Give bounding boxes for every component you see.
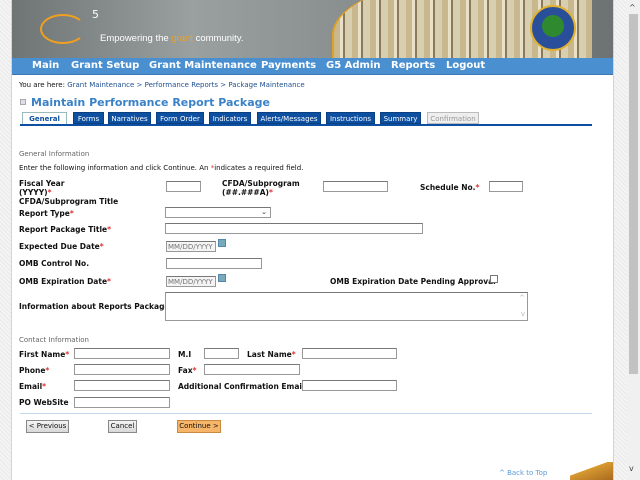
nav-reports[interactable]: Reports bbox=[391, 60, 435, 71]
page-title: Maintain Performance Report Package bbox=[31, 96, 270, 109]
schedule-no-label: Schedule No.* bbox=[420, 183, 480, 192]
report-type-select[interactable]: ⌄ bbox=[165, 207, 271, 218]
general-info-heading: General Information bbox=[19, 150, 90, 158]
g5-logo bbox=[40, 14, 86, 44]
breadcrumb-package-maintenance: Package Maintenance bbox=[228, 81, 305, 89]
tab-summary[interactable]: Summary bbox=[380, 112, 421, 124]
cancel-button[interactable]: Cancel bbox=[108, 420, 137, 433]
breadcrumb-performance-reports[interactable]: Performance Reports bbox=[145, 81, 218, 89]
cfda-label: CFDA/Subprogram (##.###A)* bbox=[222, 179, 300, 197]
website-label: PO WebSite bbox=[19, 398, 69, 407]
omb-exp-input[interactable] bbox=[166, 276, 216, 287]
mi-label: M.I bbox=[178, 350, 192, 359]
contact-info-heading: Contact Information bbox=[19, 336, 89, 344]
info-label: Information about Reports Package bbox=[19, 302, 170, 311]
nav-logout[interactable]: Logout bbox=[446, 60, 485, 71]
additional-email-label: Additional Confirmation Email bbox=[178, 382, 305, 391]
last-name-input[interactable] bbox=[302, 348, 397, 359]
tagline: Empowering the grant community. bbox=[100, 33, 244, 44]
scroll-down-icon[interactable]: v bbox=[629, 464, 634, 473]
main-nav: Main Grant Setup Grant Maintenance Payme… bbox=[12, 58, 613, 75]
instructions-text: Enter the following information and clic… bbox=[19, 164, 304, 172]
g5-logo-sup: 5 bbox=[92, 8, 99, 21]
mi-input[interactable] bbox=[204, 348, 239, 359]
scroll-up-icon[interactable]: ^ bbox=[519, 294, 525, 303]
scroll-up-icon[interactable]: ^ bbox=[629, 3, 636, 12]
fiscal-year-label: Fiscal Year (YYYY)* bbox=[19, 179, 65, 197]
first-name-input[interactable] bbox=[74, 348, 170, 359]
omb-control-input[interactable] bbox=[166, 258, 262, 269]
nav-payments[interactable]: Payments bbox=[261, 60, 316, 71]
phone-input[interactable] bbox=[74, 364, 170, 375]
cfda-input[interactable] bbox=[323, 181, 388, 192]
breadcrumb: You are here: Grant Maintenance > Perfor… bbox=[19, 81, 305, 89]
breadcrumb-sep: > bbox=[218, 81, 229, 89]
nav-g5-admin[interactable]: G5 Admin bbox=[326, 60, 381, 71]
scroll-down-icon[interactable]: v bbox=[521, 310, 525, 319]
header-banner: 5 Empowering the grant community. bbox=[12, 0, 613, 58]
nav-grant-maintenance[interactable]: Grant Maintenance bbox=[149, 60, 257, 71]
tab-underline bbox=[20, 124, 592, 126]
tab-indicators[interactable]: Indicators bbox=[209, 112, 251, 124]
nav-main[interactable]: Main bbox=[32, 60, 59, 71]
breadcrumb-grant-maintenance[interactable]: Grant Maintenance bbox=[67, 81, 134, 89]
chevron-down-icon: ⌄ bbox=[261, 208, 267, 216]
report-type-label: Report Type* bbox=[19, 209, 74, 218]
last-name-label: Last Name* bbox=[247, 350, 296, 359]
breadcrumb-sep: > bbox=[134, 81, 145, 89]
info-textarea[interactable]: ^ v bbox=[165, 292, 528, 321]
tab-forms[interactable]: Forms bbox=[73, 112, 104, 124]
phone-label: Phone* bbox=[19, 366, 50, 375]
scrollbar-thumb[interactable] bbox=[629, 14, 638, 374]
omb-pending-checkbox[interactable] bbox=[490, 275, 498, 283]
department-seal-icon bbox=[530, 5, 576, 51]
omb-control-label: OMB Control No. bbox=[19, 259, 90, 268]
package-title-input[interactable] bbox=[165, 223, 423, 234]
page-title-icon bbox=[20, 99, 26, 105]
tab-form-order[interactable]: Form Order bbox=[156, 112, 204, 124]
fax-input[interactable] bbox=[204, 364, 300, 375]
fiscal-year-input[interactable] bbox=[166, 181, 201, 192]
omb-exp-label: OMB Expiration Date* bbox=[19, 277, 111, 286]
cfda-title-label: CFDA/Subprogram Title bbox=[19, 197, 119, 206]
calendar-icon[interactable] bbox=[218, 274, 226, 282]
omb-pending-label: OMB Expiration Date Pending Approval bbox=[330, 277, 496, 286]
additional-email-input[interactable] bbox=[302, 380, 397, 391]
divider bbox=[20, 413, 592, 414]
due-date-input[interactable] bbox=[166, 241, 216, 252]
continue-button[interactable]: Continue > bbox=[177, 420, 221, 433]
email-label: Email* bbox=[19, 382, 47, 391]
footer-decoration bbox=[570, 462, 613, 480]
back-to-top-link[interactable]: ^ Back to Top bbox=[499, 469, 547, 477]
calendar-icon[interactable] bbox=[218, 239, 226, 247]
due-date-label: Expected Due Date* bbox=[19, 242, 104, 251]
first-name-label: First Name* bbox=[19, 350, 70, 359]
schedule-no-input[interactable] bbox=[489, 181, 523, 192]
nav-grant-setup[interactable]: Grant Setup bbox=[71, 60, 139, 71]
tab-alerts-messages[interactable]: Alerts/Messages bbox=[257, 112, 321, 124]
tab-instructions[interactable]: Instructions bbox=[326, 112, 375, 124]
breadcrumb-prefix: You are here: bbox=[19, 81, 68, 89]
email-input[interactable] bbox=[74, 380, 170, 391]
tab-confirmation: Confirmation bbox=[427, 112, 479, 124]
tab-narratives[interactable]: Narratives bbox=[108, 112, 151, 124]
package-title-label: Report Package Title* bbox=[19, 225, 112, 234]
fax-label: Fax* bbox=[178, 366, 197, 375]
website-input[interactable] bbox=[74, 397, 170, 408]
tab-general[interactable]: General bbox=[22, 112, 67, 124]
previous-button[interactable]: < Previous bbox=[26, 420, 69, 433]
